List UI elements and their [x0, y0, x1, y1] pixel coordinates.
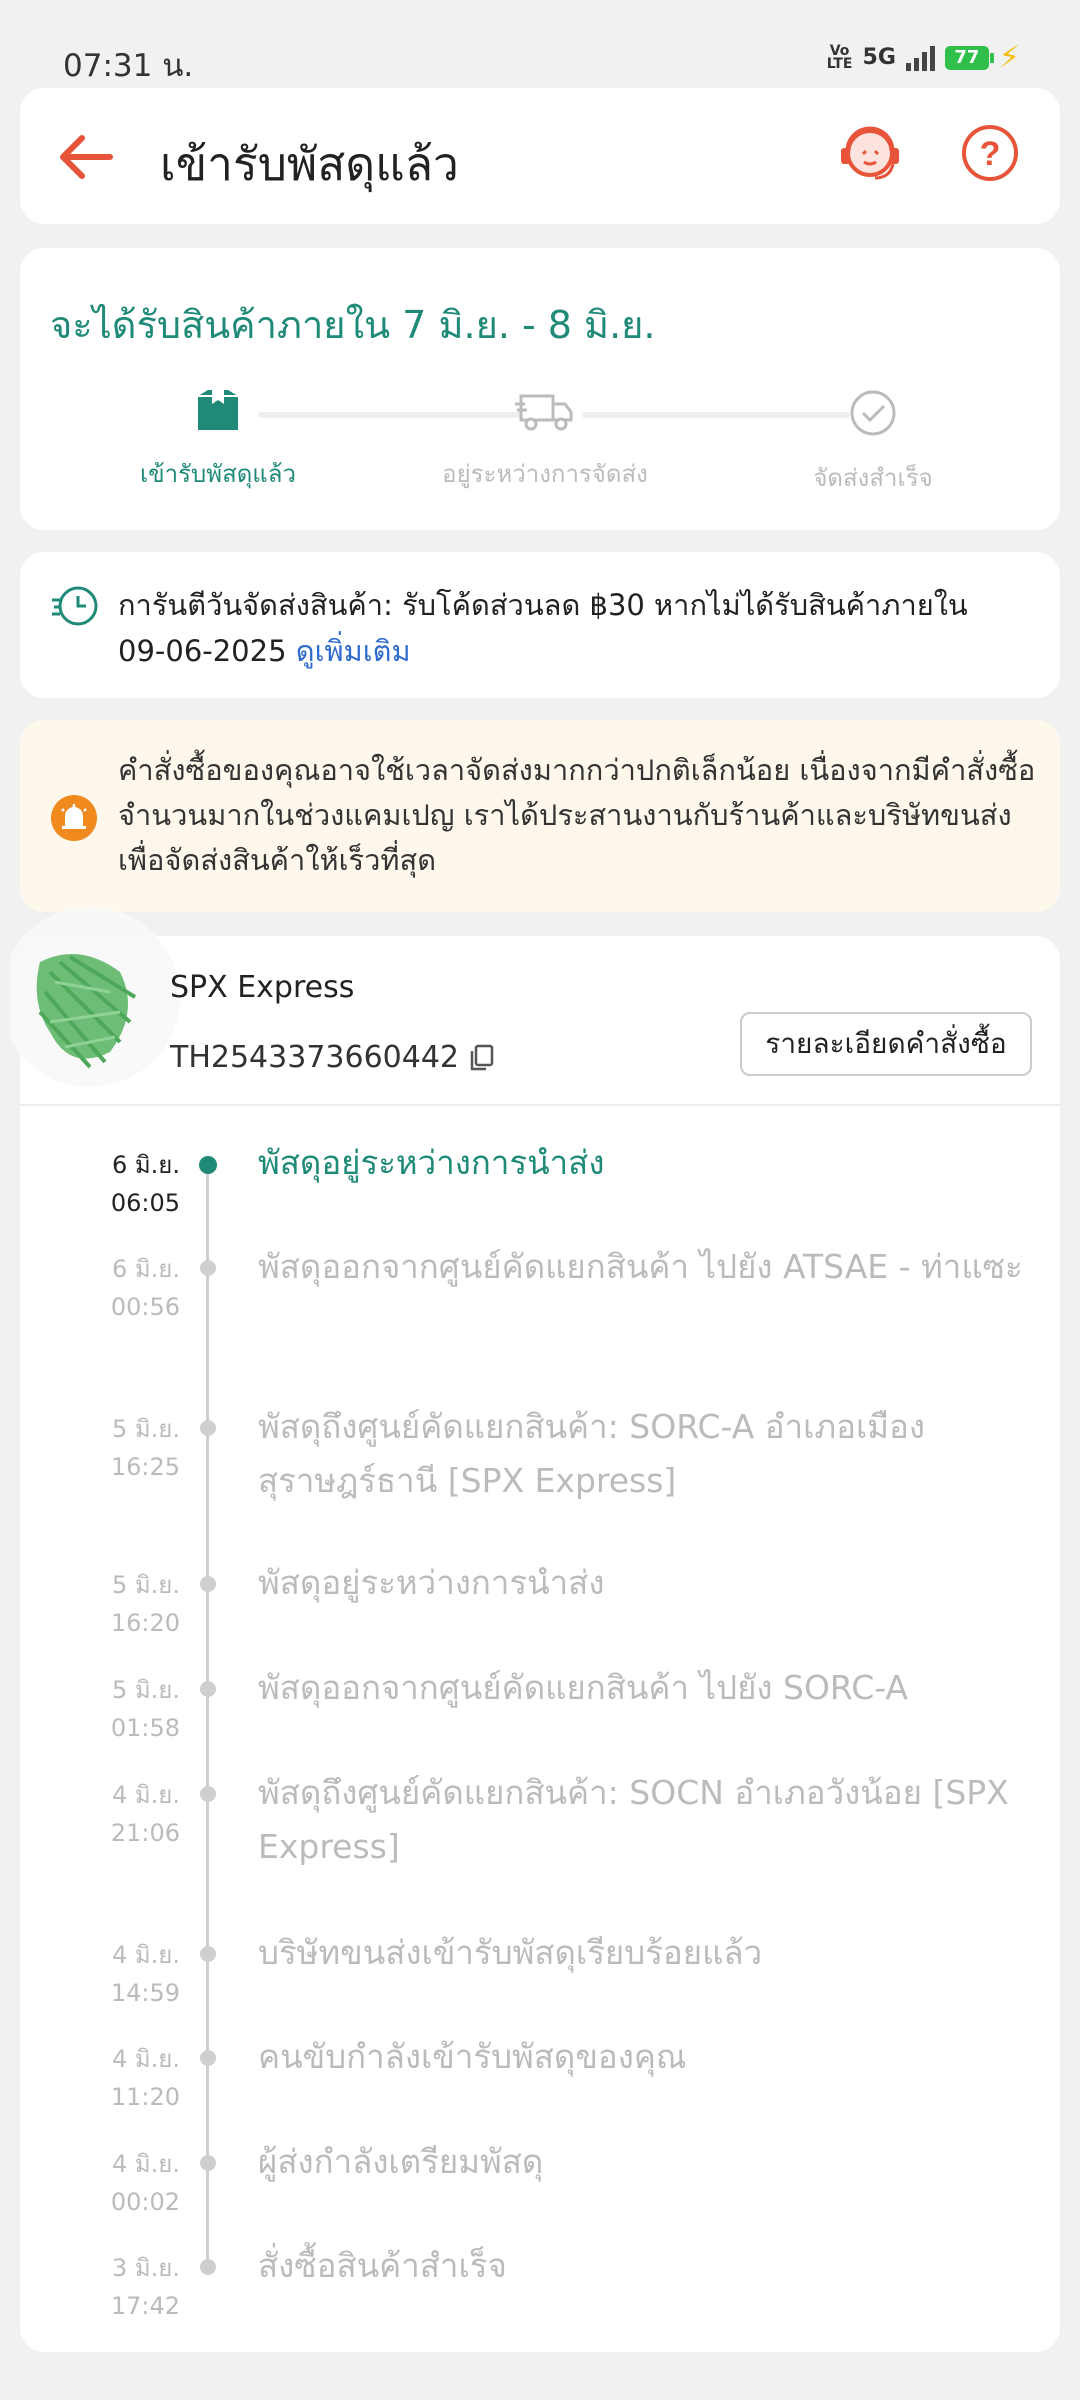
event-text: พัสดุออกจากศูนย์คัดแยกสินค้า ไปยัง ATSAE… [258, 1247, 1023, 1286]
event-time: 01:58 [110, 1714, 180, 1742]
delivery-estimate-text: จะได้รับสินค้าภายใน 7 มิ.ย. - 8 มิ.ย. [50, 303, 656, 347]
event-date: 4 มิ.ย. [111, 1781, 180, 1809]
page-title: เข้ารับพัสดุแล้ว [160, 137, 459, 191]
delivery-guarantee-card[interactable]: การันตีวันจัดส่งสินค้า: รับโค้ดส่วนลด ฿3… [20, 552, 1060, 698]
charging-icon: ⚡ [998, 40, 1020, 75]
event-time: 00:02 [110, 2188, 180, 2216]
event-time: 16:20 [110, 1609, 180, 1637]
event-text: พัสดุอยู่ระหว่างการนำส่ง [258, 1143, 605, 1182]
copy-icon[interactable] [469, 1044, 495, 1072]
timeline-dot [200, 1420, 216, 1436]
event-date: 5 มิ.ย. [111, 1415, 180, 1443]
status-bar: 07:31 น. Vo LTE 5G 77 ⚡ [0, 0, 1080, 84]
event-time: 00:56 [110, 1293, 180, 1321]
step-delivered: จัดส่งสำเร็จ [743, 388, 1003, 497]
clock-guarantee-icon [52, 586, 98, 626]
event-time: 11:20 [110, 2083, 180, 2111]
event-text: พัสดุถึงศูนย์คัดแยกสินค้า: SORC-A อำเภอเ… [258, 1407, 925, 1500]
status-icons: Vo LTE 5G 77 ⚡ [827, 40, 1020, 75]
timeline-dot [200, 1260, 216, 1276]
timeline-dot [200, 1946, 216, 1962]
scribble-mark [10, 907, 180, 1087]
event-time: 16:25 [110, 1453, 180, 1481]
event-date: 4 มิ.ย. [111, 1941, 180, 1969]
delivery-estimate-card: จะได้รับสินค้าภายใน 7 มิ.ย. - 8 มิ.ย. เข… [20, 248, 1060, 530]
delay-notice-card: คำสั่งซื้อของคุณอาจใช้เวลาจัดส่งมากกว่าป… [20, 720, 1060, 912]
volte-indicator: Vo LTE [826, 42, 853, 72]
timeline-dot [200, 2050, 216, 2066]
step-in-transit: อยู่ระหว่างการจัดส่ง [415, 388, 675, 493]
event-date: 3 มิ.ย. [111, 2254, 180, 2282]
step-picked-up: เข้ารับพัสดุแล้ว [88, 388, 348, 493]
event-time: 17:42 [110, 2292, 180, 2320]
timeline-dot [200, 1576, 216, 1592]
event-time: 14:59 [110, 1979, 180, 2007]
tracking-card: SPX Express TH2543373660442 รายละเอียดคำ… [10, 907, 1060, 2352]
timeline-dot [200, 1786, 216, 1802]
courier-name: SPX Express [170, 970, 355, 1005]
event-date: 5 มิ.ย. [111, 1571, 180, 1599]
event-date: 4 มิ.ย. [111, 2150, 180, 2178]
event-text: พัสดุถึงศูนย์คัดแยกสินค้า: SOCN อำเภอวัง… [258, 1773, 1009, 1866]
header-bar: เข้ารับพัสดุแล้ว ? [20, 88, 1060, 224]
divider [20, 1104, 1060, 1106]
clock: 07:31 น. [63, 48, 194, 84]
tracking-number: TH2543373660442 [170, 1040, 495, 1075]
bell-icon [51, 795, 97, 841]
event-date: 4 มิ.ย. [111, 2045, 180, 2073]
event-text: คนขับกำลังเข้ารับพัสดุของคุณ [258, 2037, 687, 2076]
timeline-dot [200, 2155, 216, 2171]
package-icon [198, 390, 238, 430]
event-text: สั่งซื้อสินค้าสำเร็จ [258, 2246, 507, 2285]
timeline-dot [200, 1681, 216, 1697]
step-label: จัดส่งสำเร็จ [813, 464, 933, 492]
network-type: 5G [862, 45, 896, 70]
support-agent-icon[interactable] [835, 118, 905, 188]
timeline-line [206, 1156, 209, 2266]
event-text: พัสดุอยู่ระหว่างการนำส่ง [258, 1563, 605, 1602]
event-time: 21:06 [110, 1819, 180, 1847]
svg-text:?: ? [980, 135, 1001, 173]
see-more-link[interactable]: ดูเพิ่มเติม [296, 634, 411, 668]
back-arrow-icon[interactable] [50, 122, 120, 192]
check-circle-icon [850, 390, 896, 436]
event-time: 06:05 [110, 1189, 180, 1217]
event-text: ผู้ส่งกำลังเตรียมพัสดุ [258, 2142, 544, 2181]
guarantee-text: การันตีวันจัดส่งสินค้า: รับโค้ดส่วนลด ฿3… [118, 588, 968, 668]
truck-icon [515, 394, 573, 431]
event-text: พัสดุออกจากศูนย์คัดแยกสินค้า ไปยัง SORC-… [258, 1668, 909, 1707]
step-label: เข้ารับพัสดุแล้ว [140, 460, 296, 488]
timeline-dot [199, 1156, 217, 1174]
event-date: 6 มิ.ย. [111, 1255, 180, 1283]
order-details-button[interactable]: รายละเอียดคำสั่งซื้อ [740, 1012, 1032, 1076]
notice-text: คำสั่งซื้อของคุณอาจใช้เวลาจัดส่งมากกว่าป… [118, 753, 1036, 877]
step-label: อยู่ระหว่างการจัดส่ง [442, 460, 648, 488]
event-text: บริษัทขนส่งเข้ารับพัสดุเรียบร้อยแล้ว [258, 1933, 763, 1972]
help-icon[interactable]: ? [955, 118, 1025, 188]
battery-icon: 77 [944, 45, 994, 70]
event-date: 5 มิ.ย. [111, 1676, 180, 1704]
signal-icon [905, 45, 935, 71]
tracking-number-text: TH2543373660442 [170, 1040, 460, 1075]
timeline-dot [200, 2259, 216, 2275]
event-date: 6 มิ.ย. [111, 1151, 180, 1179]
